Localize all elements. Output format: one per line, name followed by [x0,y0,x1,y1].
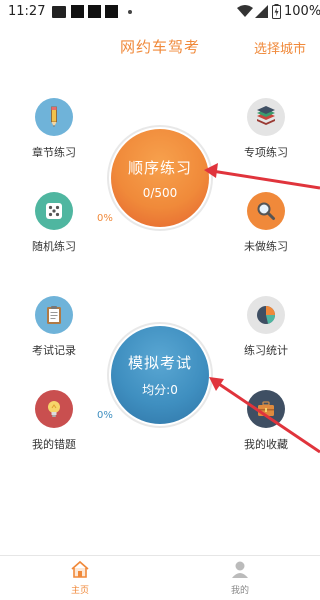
nav-mine-label: 我的 [230,586,249,596]
nav-home-label: 主页 [70,586,89,596]
bottom-nav: 主页 我的 [0,555,320,600]
arrow-to-mock-exam [209,377,320,454]
home-icon [71,560,89,578]
nav-mine-tab[interactable]: 我的 [210,560,270,596]
annotation-arrows [204,163,320,454]
nav-home-tab[interactable]: 主页 [50,560,110,596]
user-icon [232,561,248,578]
arrow-to-sequential-practice [204,163,320,190]
